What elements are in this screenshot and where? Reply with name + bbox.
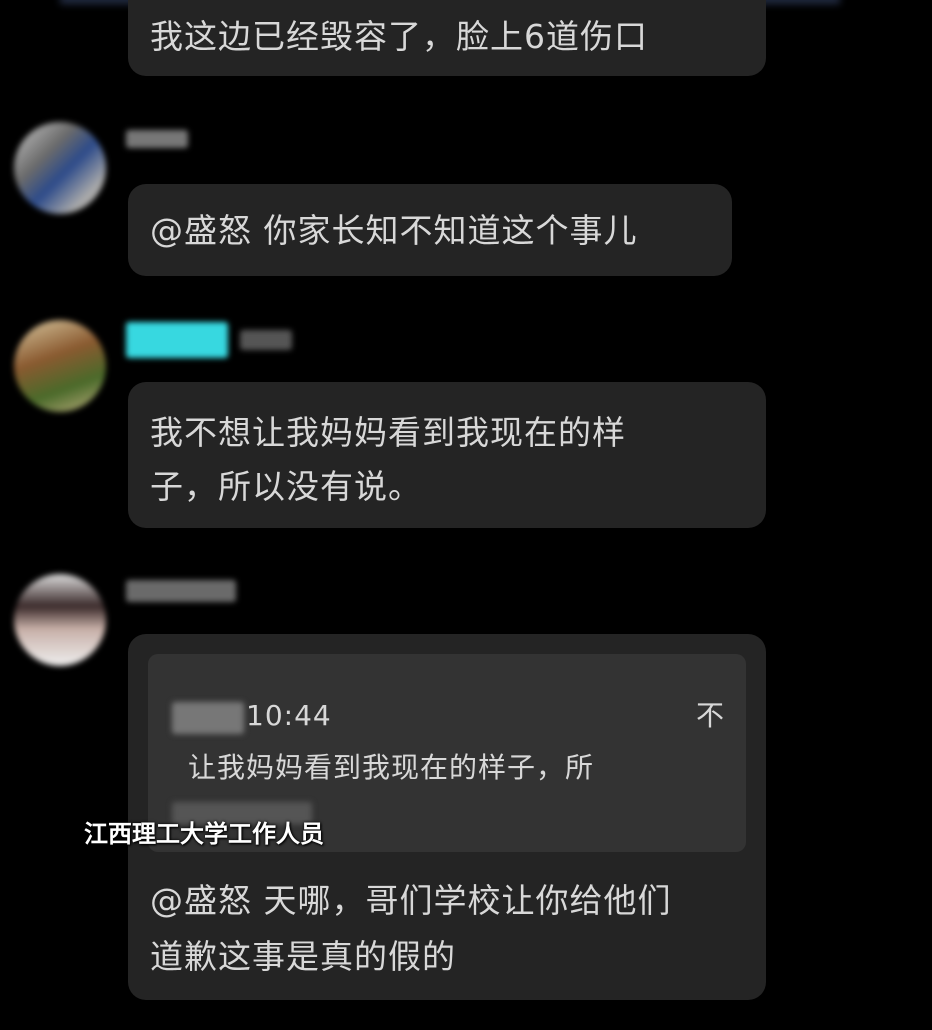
message-bubble-1[interactable]: 我这边已经毁容了，脸上6道伤口 xyxy=(128,0,766,76)
username-blurred-4 xyxy=(126,580,236,602)
message-text-3-line-2: 子，所以没有说。 xyxy=(150,467,422,506)
message-text-3-line-1: 我不想让我妈妈看到我现在的样 xyxy=(150,413,626,452)
avatar-user-3[interactable] xyxy=(14,320,106,412)
caption-overlay: 江西理工大学工作人员 xyxy=(84,821,324,848)
avatar-user-4[interactable] xyxy=(14,574,106,666)
message-text-2: @盛怒 你家长知不知道这个事儿 xyxy=(150,211,638,250)
quoted-timestamp: 10:44 xyxy=(246,699,332,732)
message-bubble-3[interactable]: 我不想让我妈妈看到我现在的样 子，所以没有说。 xyxy=(128,382,766,528)
message-text-1: 我这边已经毁容了，脸上6道伤口 xyxy=(150,17,648,56)
message-text-4-line-2: 道歉这事是真的假的 xyxy=(150,937,456,976)
username-blurred-2 xyxy=(126,130,188,148)
username-blurred-3 xyxy=(240,330,292,350)
quoted-sender-blurred xyxy=(172,702,244,734)
quoted-flag: 不 xyxy=(696,699,726,732)
username-highlight-3 xyxy=(126,322,228,358)
message-text-4-line-1: @盛怒 天哪，哥们学校让你给他们 xyxy=(150,881,672,920)
quoted-text: 让我妈妈看到我现在的样子，所 xyxy=(188,751,595,784)
message-bubble-2[interactable]: @盛怒 你家长知不知道这个事儿 xyxy=(128,184,732,276)
avatar-user-2[interactable] xyxy=(14,122,106,214)
